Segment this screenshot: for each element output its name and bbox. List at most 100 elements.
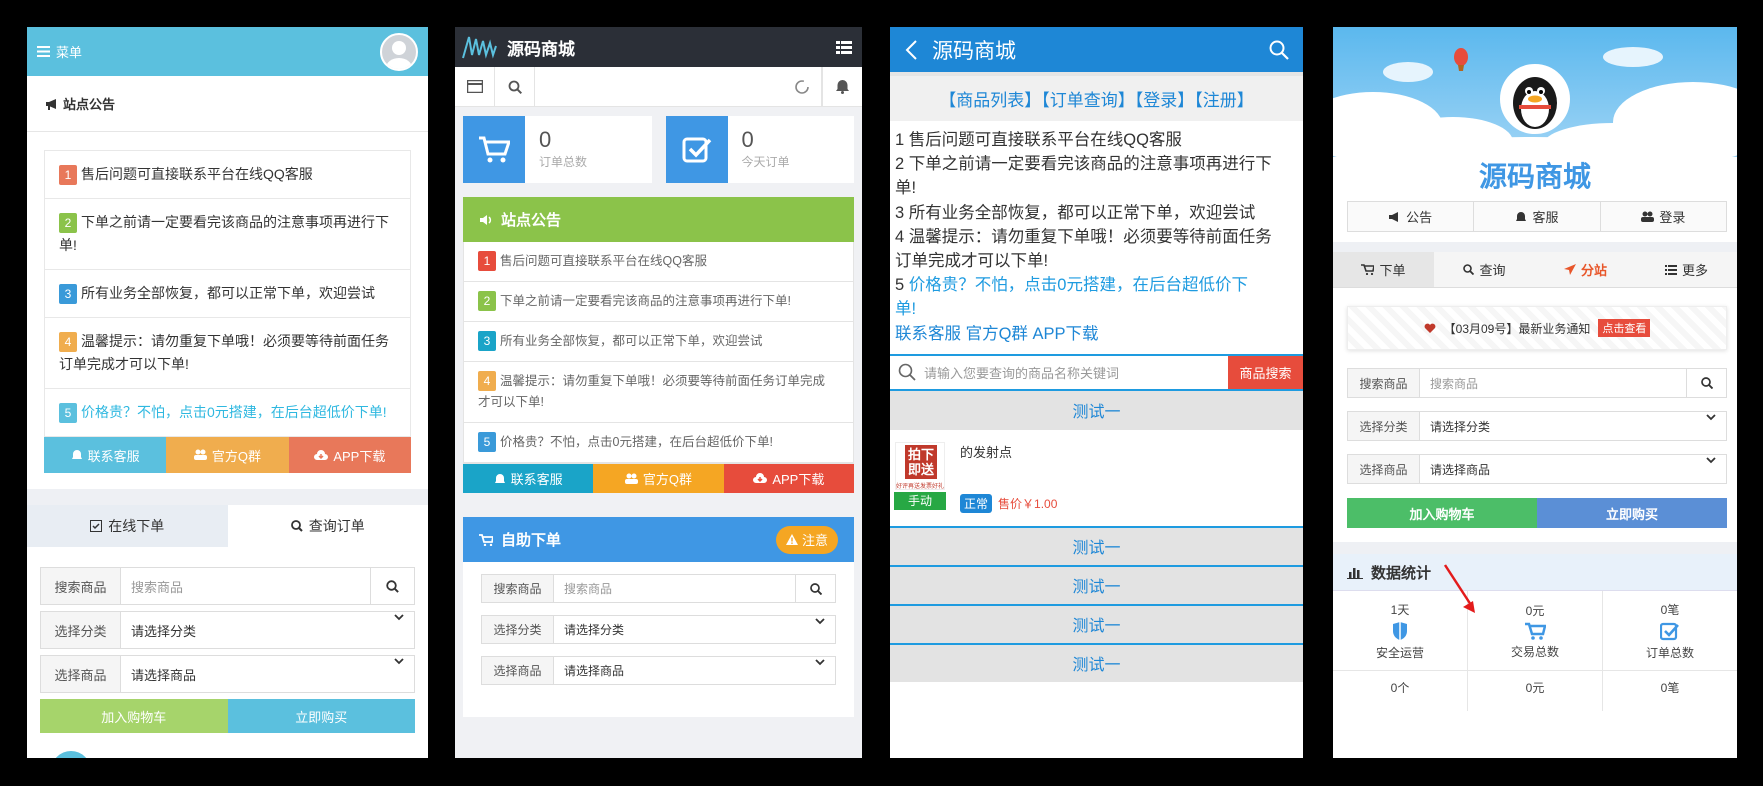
toolbar bbox=[455, 66, 862, 107]
grid-menu-icon[interactable] bbox=[836, 40, 852, 54]
category-select[interactable]: 选择分类 请选择分类 bbox=[481, 615, 836, 644]
search-goods-field: 搜索商品 搜索商品 bbox=[1347, 368, 1727, 398]
category-select[interactable]: 选择分类 请选择分类 bbox=[40, 611, 415, 649]
category-header[interactable]: 测试一 bbox=[890, 603, 1303, 643]
banner-view-button[interactable]: 点击查看 bbox=[1598, 319, 1651, 337]
menu-button[interactable]: 菜单 bbox=[37, 42, 82, 61]
stat-value: 0笔 bbox=[1660, 602, 1680, 617]
qq-group-button[interactable]: 官方Q群 bbox=[593, 464, 724, 493]
qq-group-button[interactable]: 官方Q群 bbox=[166, 437, 289, 473]
banner-text: 【03月09号】最新业务通知 bbox=[1443, 321, 1591, 336]
search-button[interactable] bbox=[1686, 369, 1726, 397]
app-download-button[interactable]: APP下载 bbox=[288, 437, 411, 473]
product-badge-sub: 好评再送发票好礼 bbox=[896, 483, 944, 490]
contact-kefu-label: 联系客服 bbox=[87, 448, 140, 464]
search-input[interactable]: 搜索商品 bbox=[1420, 369, 1686, 397]
list-item[interactable]: 5 价格贵？不怕，点击0元搭建，在后台超低价下单! bbox=[464, 423, 853, 463]
notification-button[interactable] bbox=[822, 66, 862, 107]
card-button[interactable] bbox=[455, 66, 495, 107]
self-order-card: 自助下单 注意 搜索商品 搜索商品 选择分类 请选择分类 选择商品 请选择商品 bbox=[463, 517, 854, 717]
tab-query-order[interactable]: 查询订单 bbox=[228, 505, 429, 547]
goods-label: 选择商品 bbox=[41, 656, 121, 692]
product-item[interactable]: 拍下即送 好评再送发票好礼 手动 的发射点 正常 售价￥1.00 bbox=[890, 430, 1303, 526]
search-icon[interactable] bbox=[1269, 40, 1289, 60]
list-item: 2 下单之前请一定要看完该商品的注意事项再进行下单! bbox=[464, 282, 853, 322]
app-download-button[interactable]: APP下载 bbox=[723, 464, 854, 493]
self-order-header: 自助下单 注意 bbox=[463, 517, 854, 562]
bullhorn-icon bbox=[1389, 211, 1399, 222]
stat-label: 安全运营 bbox=[1375, 645, 1424, 660]
notice-list: 1 售后问题可直接联系平台在线QQ客服 2 下单之前请一定要看完该商品的注意事项再进… bbox=[27, 132, 428, 473]
goods-select[interactable]: 选择商品 请选择商品 bbox=[40, 655, 415, 693]
login-button[interactable]: 登录 bbox=[1601, 202, 1726, 231]
category-select[interactable]: 选择分类 请选择分类 bbox=[1347, 411, 1727, 441]
tab-online-order[interactable]: 在线下单 bbox=[27, 505, 228, 547]
panel-theme-3: 源码商城 【商品列表】【订单查询】【登录】【注册】 1 售后问题可直接联系平台在… bbox=[890, 27, 1303, 758]
category-header[interactable]: 测试一 bbox=[890, 390, 1303, 430]
category-header[interactable]: 测试一 bbox=[890, 525, 1303, 565]
menu-icon bbox=[37, 46, 50, 57]
contact-kefu-button[interactable]: 联系客服 bbox=[44, 437, 167, 473]
notice-text: 价格贵？不怕，点击0元搭建，在后台超低价下单! bbox=[81, 404, 387, 420]
search-icon bbox=[1463, 264, 1475, 275]
avatar[interactable] bbox=[1500, 64, 1570, 134]
stat-value: 0笔 bbox=[1660, 681, 1680, 695]
user-icon bbox=[386, 40, 412, 69]
list-item: 3 所有业务全部恢复，都可以正常下单，欢迎尝试 bbox=[44, 270, 411, 318]
contact-links[interactable]: 联系客服 官方Q群 APP下载 bbox=[890, 322, 1303, 346]
search-submit-button[interactable]: 商品搜索 bbox=[1228, 355, 1303, 389]
goods-select[interactable]: 选择商品 请选择商品 bbox=[1347, 454, 1727, 484]
sky-banner bbox=[1333, 27, 1737, 157]
search-bar: 请输入您要查询的商品名称关键词 商品搜索 bbox=[890, 353, 1303, 391]
chevron-down-icon bbox=[394, 658, 404, 665]
tab-online-order-label: 在线下单 bbox=[108, 518, 165, 534]
attention-button[interactable]: 注意 bbox=[775, 525, 838, 554]
search-button[interactable] bbox=[495, 66, 535, 107]
tab-substation[interactable]: 分站 bbox=[1535, 260, 1636, 279]
stat-value: 0 bbox=[741, 127, 754, 152]
search-button[interactable] bbox=[370, 568, 414, 604]
back-arrow-icon[interactable] bbox=[904, 39, 918, 61]
buy-now-button[interactable]: 立即购买 bbox=[227, 699, 415, 733]
notice-text: 售后问题可直接联系平台在线QQ客服 bbox=[500, 254, 707, 268]
login-button-label: 登录 bbox=[1659, 210, 1686, 225]
notice-line[interactable]: 5 价格贵？不怕，点击0元搭建，在后台超低价下 bbox=[890, 273, 1303, 297]
avatar[interactable] bbox=[380, 32, 418, 71]
red-arrow-annotation bbox=[1443, 564, 1475, 613]
list-item[interactable]: 5 价格贵？不怕，点击0元搭建，在后台超低价下单! bbox=[44, 389, 411, 437]
search-input[interactable]: 搜索商品 bbox=[121, 568, 370, 604]
search-button[interactable] bbox=[795, 575, 835, 602]
goods-select[interactable]: 选择商品 请选择商品 bbox=[481, 656, 836, 685]
notice-number: 5 bbox=[895, 276, 909, 295]
bell-icon bbox=[1516, 211, 1527, 221]
tab-query[interactable]: 查询 bbox=[1434, 260, 1535, 279]
category-header[interactable]: 测试一 bbox=[890, 564, 1303, 604]
loading-button[interactable] bbox=[782, 66, 822, 107]
nav-links[interactable]: 【商品列表】【订单查询】【登录】【注册】 bbox=[890, 76, 1303, 121]
notice-number: 5 bbox=[59, 403, 77, 423]
search-input[interactable]: 搜索商品 bbox=[554, 575, 795, 602]
kefu-button[interactable]: 客服 bbox=[1474, 202, 1601, 231]
add-to-cart-button[interactable]: 加入购物车 bbox=[40, 699, 228, 733]
chevron-down-icon bbox=[815, 659, 825, 666]
category-label: 选择分类 bbox=[1348, 412, 1420, 440]
add-to-cart-button[interactable]: 加入购物车 bbox=[1347, 498, 1537, 528]
notice-text: 所有业务全部恢复，都可以正常下单，欢迎尝试 bbox=[500, 334, 763, 348]
notice-button[interactable]: 公告 bbox=[1348, 202, 1475, 231]
notice-text: 温馨提示：请勿重复下单哦！必须要等待前面任务订单完成 bbox=[500, 374, 826, 388]
tab-order[interactable]: 下单 bbox=[1333, 252, 1434, 287]
notice-number: 4 bbox=[478, 371, 496, 391]
buy-now-button[interactable]: 立即购买 bbox=[1537, 498, 1727, 528]
contact-kefu-button[interactable]: 联系客服 bbox=[463, 464, 594, 493]
goods-label: 选择商品 bbox=[482, 657, 554, 684]
category-header[interactable]: 测试一 bbox=[890, 642, 1303, 682]
stat-value: 1天 bbox=[1390, 602, 1410, 617]
app-download-label: APP下载 bbox=[333, 448, 386, 464]
top-bar: 菜单 bbox=[27, 27, 428, 76]
notice-banner[interactable]: 【03月09号】最新业务通知 点击查看 bbox=[1347, 306, 1727, 350]
category-value: 请选择分类 bbox=[131, 623, 197, 639]
tab-more[interactable]: 更多 bbox=[1636, 260, 1737, 279]
location-arrow-icon bbox=[1563, 264, 1576, 275]
notice-number: 1 bbox=[59, 165, 77, 185]
search-input[interactable]: 请输入您要查询的商品名称关键词 bbox=[924, 363, 1228, 382]
